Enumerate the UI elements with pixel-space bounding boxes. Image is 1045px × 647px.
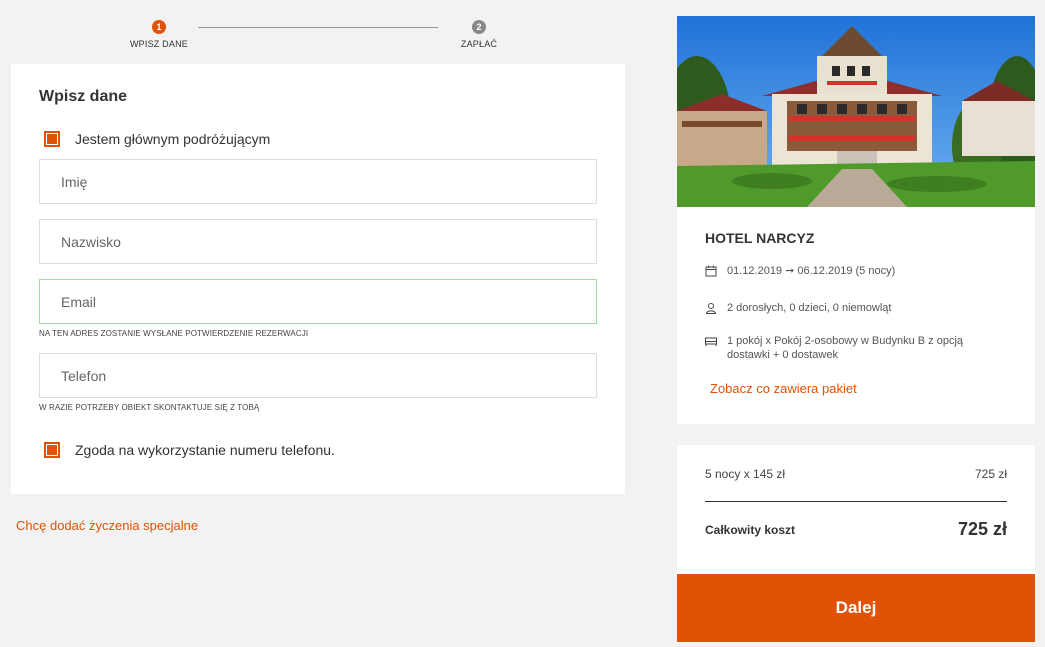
step-label: WPISZ DANE: [129, 39, 188, 49]
next-button[interactable]: Dalej: [677, 574, 1035, 642]
step-enter-details: 1 WPISZ DANE: [114, 20, 204, 49]
package-details-link[interactable]: Zobacz co zawiera pakiet: [710, 381, 857, 396]
hotel-name: HOTEL NARCYZ: [705, 230, 815, 246]
step-pay: 2 ZAPŁAĆ: [434, 20, 524, 49]
room-info: 1 pokój x Pokój 2-osobowy w Budynku B z …: [727, 335, 964, 361]
total-label: Całkowity koszt: [705, 522, 796, 537]
step-number: 1: [152, 20, 166, 34]
phone-consent-label: Zgoda na wykorzystanie numeru telefonu.: [75, 442, 335, 458]
stay-dates-row: 01.12.2019 ➞ 06.12.2019 (5 nocy): [705, 264, 987, 278]
phone-consent-checkbox[interactable]: [44, 442, 60, 458]
guests-info: 2 dorosłych, 0 dzieci, 0 niemowląt: [727, 302, 892, 314]
form-title: Wpisz dane: [39, 88, 128, 105]
hotel-summary-card: HOTEL NARCYZ 01.12.2019 ➞ 06.12.2019 (5 …: [677, 16, 1035, 424]
guest-details-form: Wpisz dane Jestem głównym podróżującym N…: [11, 64, 625, 494]
price-summary-card: 5 nocy x 145 zł 725 zł Całkowity koszt 7…: [677, 445, 1035, 575]
person-icon: [705, 303, 717, 314]
guests-row: 2 dorosłych, 0 dzieci, 0 niemowląt: [705, 301, 987, 315]
nights-value: 725 zł: [974, 467, 1007, 481]
email-input[interactable]: [39, 279, 597, 324]
phone-consent-checkbox-row[interactable]: Zgoda na wykorzystanie numeru telefonu.: [44, 442, 335, 458]
phone-input[interactable]: [39, 353, 597, 398]
total-price-row: Całkowity koszt 725 zł: [705, 519, 1007, 540]
bed-icon: [705, 337, 717, 346]
stay-dates: 01.12.2019 ➞ 06.12.2019 (5 nocy): [727, 265, 896, 277]
main-traveler-checkbox[interactable]: [44, 131, 60, 147]
stepper-line: [198, 27, 438, 28]
calendar-icon: [705, 265, 717, 277]
first-name-input[interactable]: [39, 159, 597, 204]
price-divider: [705, 501, 1007, 502]
nights-price-row: 5 nocy x 145 zł 725 zł: [705, 467, 1007, 481]
nights-label: 5 nocy x 145 zł: [705, 467, 786, 481]
step-number: 2: [472, 20, 486, 34]
email-hint: NA TEN ADRES ZOSTANIE WYSŁANE POTWIERDZE…: [39, 329, 309, 338]
special-requests-link[interactable]: Chcę dodać życzenia specjalne: [16, 518, 198, 533]
progress-stepper: 1 WPISZ DANE 2 ZAPŁAĆ: [120, 20, 520, 56]
last-name-input[interactable]: [39, 219, 597, 264]
room-row: 1 pokój x Pokój 2-osobowy w Budynku B z …: [705, 334, 987, 362]
total-value: 725 zł: [957, 519, 1007, 539]
phone-hint: W RAZIE POTRZEBY OBIEKT SKONTAKTUJE SIĘ …: [39, 403, 260, 412]
main-traveler-label: Jestem głównym podróżującym: [75, 131, 271, 147]
hotel-photo: [677, 16, 1035, 207]
main-traveler-checkbox-row[interactable]: Jestem głównym podróżującym: [44, 131, 270, 147]
step-label: ZAPŁAĆ: [460, 39, 498, 49]
